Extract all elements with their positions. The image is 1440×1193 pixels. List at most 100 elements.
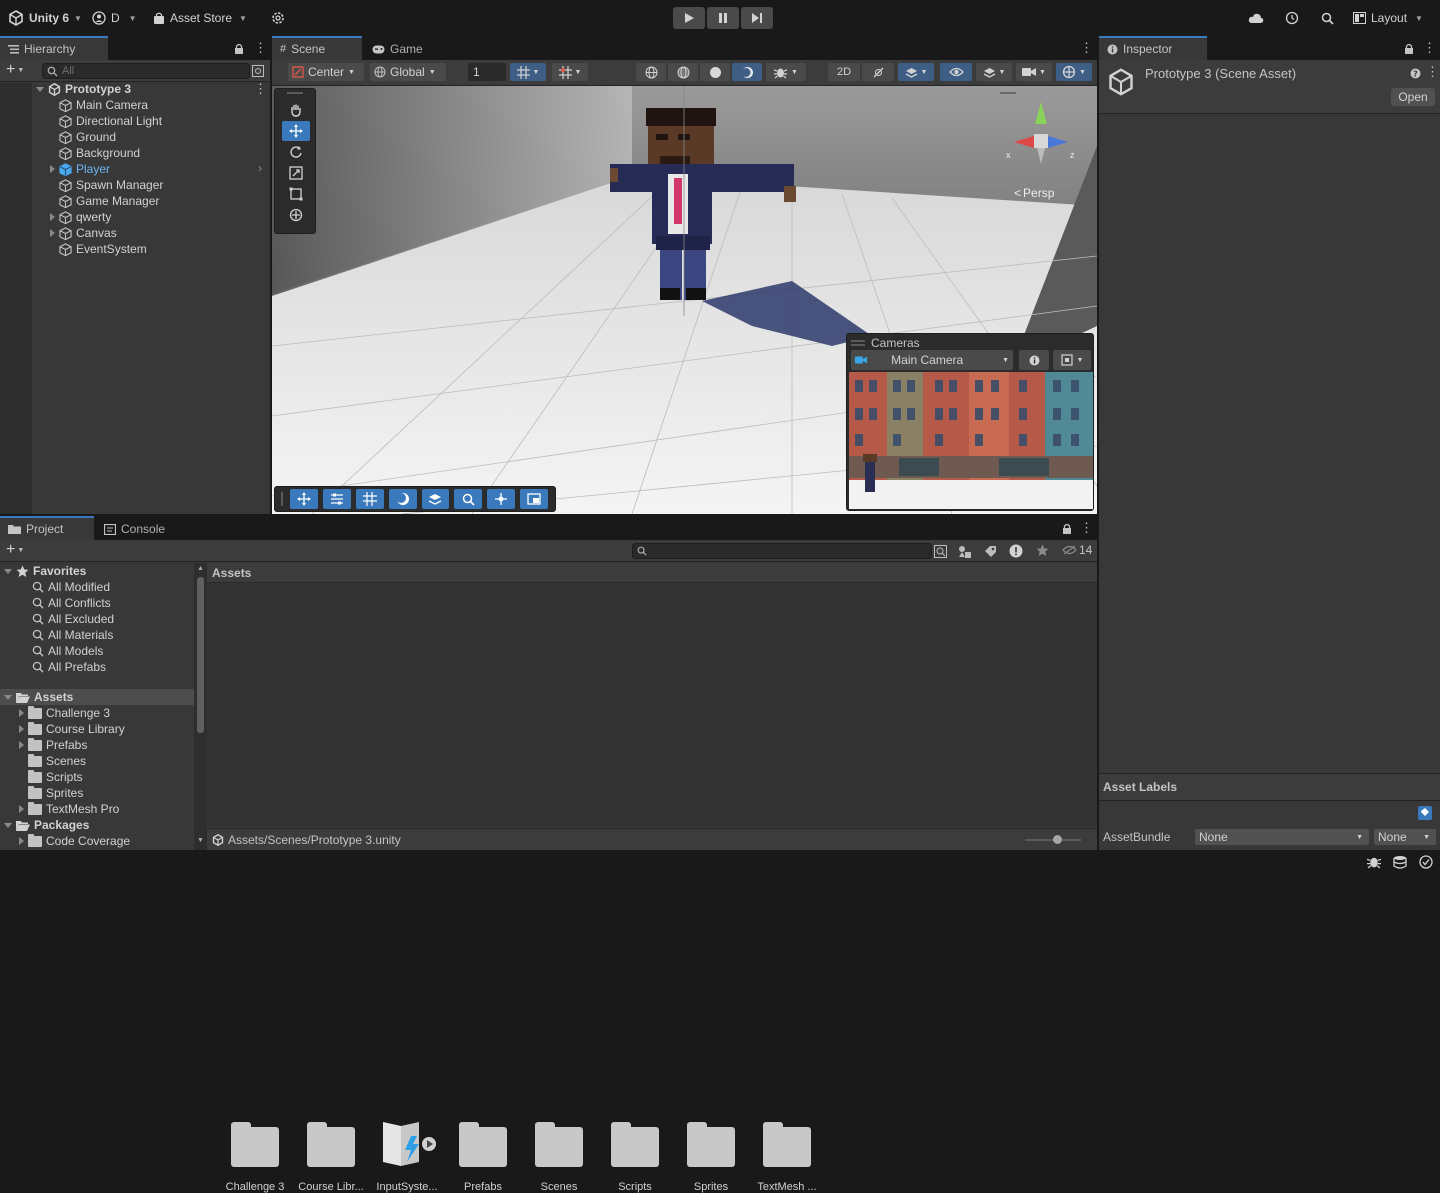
- rotate-tool[interactable]: [282, 142, 310, 162]
- hierarchy-item[interactable]: Game Manager: [50, 193, 159, 209]
- expand-arrow-icon[interactable]: [4, 694, 12, 700]
- expand-arrow-icon[interactable]: [19, 725, 24, 733]
- asset-grid-item[interactable]: Scripts: [600, 1120, 670, 1193]
- camera-settings-dropdown[interactable]: ▼: [1016, 63, 1052, 81]
- camera-info-button[interactable]: [1019, 350, 1049, 370]
- overlay-pivot-button[interactable]: [487, 489, 516, 509]
- star-icon[interactable]: [1036, 544, 1049, 557]
- tab-scene[interactable]: # Scene: [272, 36, 362, 60]
- icon-size-slider-thumb[interactable]: [1053, 835, 1062, 844]
- favorite-search-item[interactable]: All Conflicts: [32, 595, 111, 611]
- hierarchy-item[interactable]: Directional Light: [50, 113, 162, 129]
- overlay-grid-button[interactable]: [355, 489, 384, 509]
- packages-header[interactable]: Packages: [4, 817, 89, 833]
- asset-labels-header[interactable]: Asset Labels: [1099, 773, 1440, 801]
- lock-icon[interactable]: [234, 43, 244, 54]
- lit-shading-button[interactable]: [732, 63, 762, 81]
- history-button[interactable]: [1285, 8, 1299, 28]
- asset-grid-item[interactable]: TextMesh ...: [752, 1120, 822, 1193]
- rect-tool[interactable]: [282, 184, 310, 204]
- filter-by-type-icon[interactable]: [958, 545, 971, 558]
- more-options-icon[interactable]: ⋮: [1080, 41, 1093, 55]
- asset-folder-item[interactable]: Sprites: [19, 785, 83, 801]
- search-by-type-icon[interactable]: [934, 545, 947, 558]
- hierarchy-item[interactable]: Player: [50, 161, 110, 177]
- asset-folder-item[interactable]: Scenes: [19, 753, 86, 769]
- favorite-search-item[interactable]: All Modified: [32, 579, 110, 595]
- asset-grid-item[interactable]: Course Libr...: [296, 1120, 366, 1193]
- scale-tool[interactable]: [282, 163, 310, 183]
- scene-visibility-icon[interactable]: [252, 65, 264, 77]
- transform-tool[interactable]: [282, 205, 310, 225]
- scene-options-icon[interactable]: ⋮: [254, 82, 267, 96]
- hierarchy-search-input[interactable]: All: [42, 63, 250, 79]
- favorite-search-item[interactable]: All Excluded: [32, 611, 114, 627]
- tab-game[interactable]: Game: [364, 38, 431, 60]
- lock-icon[interactable]: [1062, 523, 1072, 534]
- create-asset-button[interactable]: + ▼: [6, 542, 24, 558]
- expand-arrow-icon[interactable]: [4, 822, 12, 828]
- scene-header[interactable]: Prototype 3: [36, 81, 131, 97]
- scroll-down-icon[interactable]: ▼: [197, 837, 204, 844]
- expand-arrow-icon[interactable]: [19, 741, 24, 749]
- camera-fit-dropdown[interactable]: ▼: [1053, 350, 1091, 370]
- assets-header[interactable]: Assets: [4, 689, 73, 705]
- hierarchy-item[interactable]: Canvas: [50, 225, 117, 241]
- hierarchy-item[interactable]: Ground: [50, 129, 116, 145]
- asset-folder-item[interactable]: Challenge 3: [19, 705, 110, 721]
- search-button[interactable]: [1321, 8, 1334, 28]
- effects-toggle[interactable]: ▼: [898, 63, 934, 81]
- hand-tool[interactable]: [282, 100, 310, 120]
- favorite-search-item[interactable]: All Models: [32, 643, 103, 659]
- expand-arrow-icon[interactable]: [50, 213, 55, 221]
- more-options-icon[interactable]: ⋮: [1426, 65, 1439, 79]
- favorite-search-item[interactable]: All Materials: [32, 627, 113, 643]
- overlay-lighting-button[interactable]: [388, 489, 417, 509]
- asset-grid-item[interactable]: Scenes: [524, 1120, 594, 1193]
- expand-arrow-icon[interactable]: [19, 837, 24, 845]
- asset-folder-item[interactable]: Prefabs: [19, 737, 87, 753]
- more-options-icon[interactable]: ⋮: [1080, 521, 1093, 535]
- layout-dropdown[interactable]: Layout ▼: [1353, 8, 1423, 28]
- camera-select-dropdown[interactable]: Main Camera ▼: [851, 350, 1013, 370]
- layers-dropdown[interactable]: ▼: [976, 63, 1012, 81]
- cache-server-icon[interactable]: [1393, 855, 1407, 869]
- shaded-wireframe-button[interactable]: [668, 63, 698, 81]
- favorite-search-item[interactable]: All Prefabs: [32, 659, 106, 675]
- tab-inspector[interactable]: Inspector: [1099, 36, 1207, 60]
- hierarchy-item[interactable]: EventSystem: [50, 241, 147, 257]
- expand-arrow-icon[interactable]: [50, 165, 55, 173]
- debug-draw-mode-button[interactable]: ▼: [766, 63, 806, 81]
- cameras-overlay-header[interactable]: Cameras: [851, 336, 920, 350]
- overlay-drag-handle[interactable]: [281, 492, 283, 506]
- hierarchy-item[interactable]: Background: [50, 145, 140, 161]
- space-dropdown[interactable]: Global ▼: [370, 63, 446, 81]
- grid-snap-toggle[interactable]: ▼: [510, 63, 546, 81]
- overlay-align-button[interactable]: [322, 489, 351, 509]
- expand-arrow-icon[interactable]: [19, 709, 24, 717]
- unity-menu[interactable]: Unity 6 ▼: [8, 8, 82, 28]
- label-tag-icon[interactable]: [1418, 806, 1432, 820]
- hierarchy-item[interactable]: Main Camera: [50, 97, 148, 113]
- debug-bug-icon[interactable]: [1367, 855, 1381, 869]
- cloud-button[interactable]: [1248, 8, 1264, 28]
- tab-hierarchy[interactable]: Hierarchy: [0, 36, 108, 60]
- open-button[interactable]: Open: [1391, 88, 1435, 106]
- overlay-drag-handle[interactable]: [287, 92, 303, 98]
- project-search-input[interactable]: [632, 543, 932, 559]
- lock-icon[interactable]: [1404, 43, 1414, 54]
- filter-by-label-icon[interactable]: [984, 545, 997, 558]
- orientation-gizmo[interactable]: x z < Persp: [1000, 90, 1080, 200]
- assets-breadcrumb[interactable]: Assets: [207, 563, 1097, 583]
- asset-grid-item[interactable]: Prefabs: [448, 1120, 518, 1193]
- chevron-right-icon[interactable]: ›: [258, 161, 262, 175]
- overlay-search-button[interactable]: [454, 489, 483, 509]
- asset-grid-item[interactable]: InputSyste...: [372, 1120, 442, 1193]
- gizmos-dropdown[interactable]: ▼: [1056, 63, 1092, 81]
- step-button[interactable]: [741, 7, 773, 29]
- wireframe-shading-button[interactable]: [636, 63, 666, 81]
- asset-folder-item[interactable]: TextMesh Pro: [19, 801, 119, 817]
- scrollbar-thumb[interactable]: [197, 577, 204, 733]
- asset-grid-item[interactable]: Sprites: [676, 1120, 746, 1193]
- toggle-2d-button[interactable]: 2D: [828, 63, 860, 81]
